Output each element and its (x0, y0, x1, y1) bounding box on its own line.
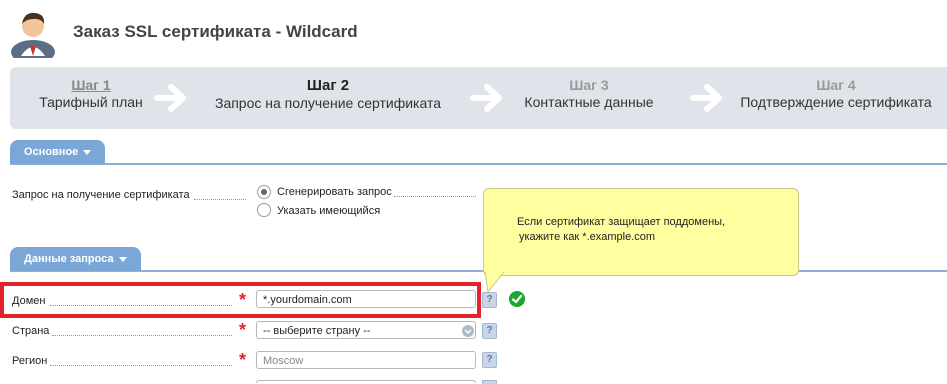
label-leader-dots (394, 196, 476, 197)
wizard-step-2: Шаг 2 Запрос на получение сертификата (208, 77, 448, 111)
region-label: Регион (12, 355, 48, 367)
arrow-right-icon (154, 84, 186, 112)
help-icon[interactable]: ? (482, 292, 497, 308)
domain-label: Домен (12, 295, 46, 307)
country-select-value: -- выберите страну -- (263, 325, 371, 337)
help-icon[interactable]: ? (482, 323, 497, 339)
arrow-right-icon (690, 84, 722, 112)
country-label: Страна (12, 325, 50, 337)
country-select[interactable]: -- выберите страну -- (256, 321, 476, 339)
section-tab-request-data-label: Данные запроса (24, 253, 114, 265)
csr-existing-radio[interactable] (257, 203, 271, 217)
csr-label: Запрос на получение сертификата (12, 189, 190, 201)
wizard-step-2-number: Шаг 2 (306, 77, 350, 94)
label-leader-dots (194, 199, 246, 200)
required-marker: * (239, 320, 247, 340)
tooltip-pointer (484, 272, 505, 294)
wizard-step-1-label: Тарифный план (39, 94, 143, 110)
required-marker: * (239, 350, 247, 370)
domain-input[interactable]: *.yourdomain.com (256, 290, 476, 308)
help-icon[interactable] (482, 380, 497, 384)
check-ok-icon (509, 291, 525, 307)
page-title: Заказ SSL сертификата - Wildcard (73, 22, 358, 41)
caret-down-icon (118, 256, 127, 262)
wizard-step-3-number: Шаг 3 (569, 77, 609, 93)
region-input[interactable]: Moscow (256, 351, 476, 369)
arrow-right-icon (470, 84, 502, 112)
required-marker: * (239, 290, 247, 310)
wizard-step-3: Шаг 3 Контактные данные (516, 77, 662, 110)
wizard-step-4-label: Подтверждение сертификата (740, 94, 932, 110)
wizard-step-1[interactable]: Шаг 1 Тарифный план (24, 77, 158, 110)
tooltip-text: Если сертификат защищает поддомены, укаж… (517, 215, 725, 245)
chevron-down-icon[interactable] (462, 325, 474, 337)
csr-generate-radio[interactable] (257, 185, 271, 199)
user-avatar-icon (8, 8, 58, 64)
wizard-step-1-number[interactable]: Шаг 1 (24, 77, 158, 93)
section-tab-basic-label: Основное (24, 146, 79, 158)
tooltip-line-2: укажите как *.example.com (519, 231, 656, 243)
section-tab-basic[interactable]: Основное (10, 140, 106, 164)
label-leader-dots (52, 335, 232, 336)
label-leader-dots (50, 305, 232, 306)
csr-generate-label[interactable]: Сгенерировать запрос (277, 186, 392, 198)
wizard-step-2-label: Запрос на получение сертификата (214, 95, 442, 111)
tooltip-line-1: Если сертификат защищает поддомены, (517, 216, 726, 228)
caret-down-icon (83, 149, 92, 155)
wizard-step-4: Шаг 4 Подтверждение сертификата (738, 77, 934, 110)
csr-existing-label[interactable]: Указать имеющийся (277, 205, 380, 217)
help-icon[interactable]: ? (482, 352, 497, 368)
section-tab-request-data[interactable]: Данные запроса (10, 247, 141, 271)
section-divider (10, 270, 947, 272)
wizard-step-3-label: Контактные данные (524, 94, 654, 110)
wizard-steps-bar: Шаг 1 Тарифный план Шаг 2 Запрос на полу… (10, 67, 947, 129)
label-leader-dots (50, 365, 232, 366)
section-divider (10, 163, 947, 165)
wizard-step-4-number: Шаг 4 (816, 77, 856, 93)
